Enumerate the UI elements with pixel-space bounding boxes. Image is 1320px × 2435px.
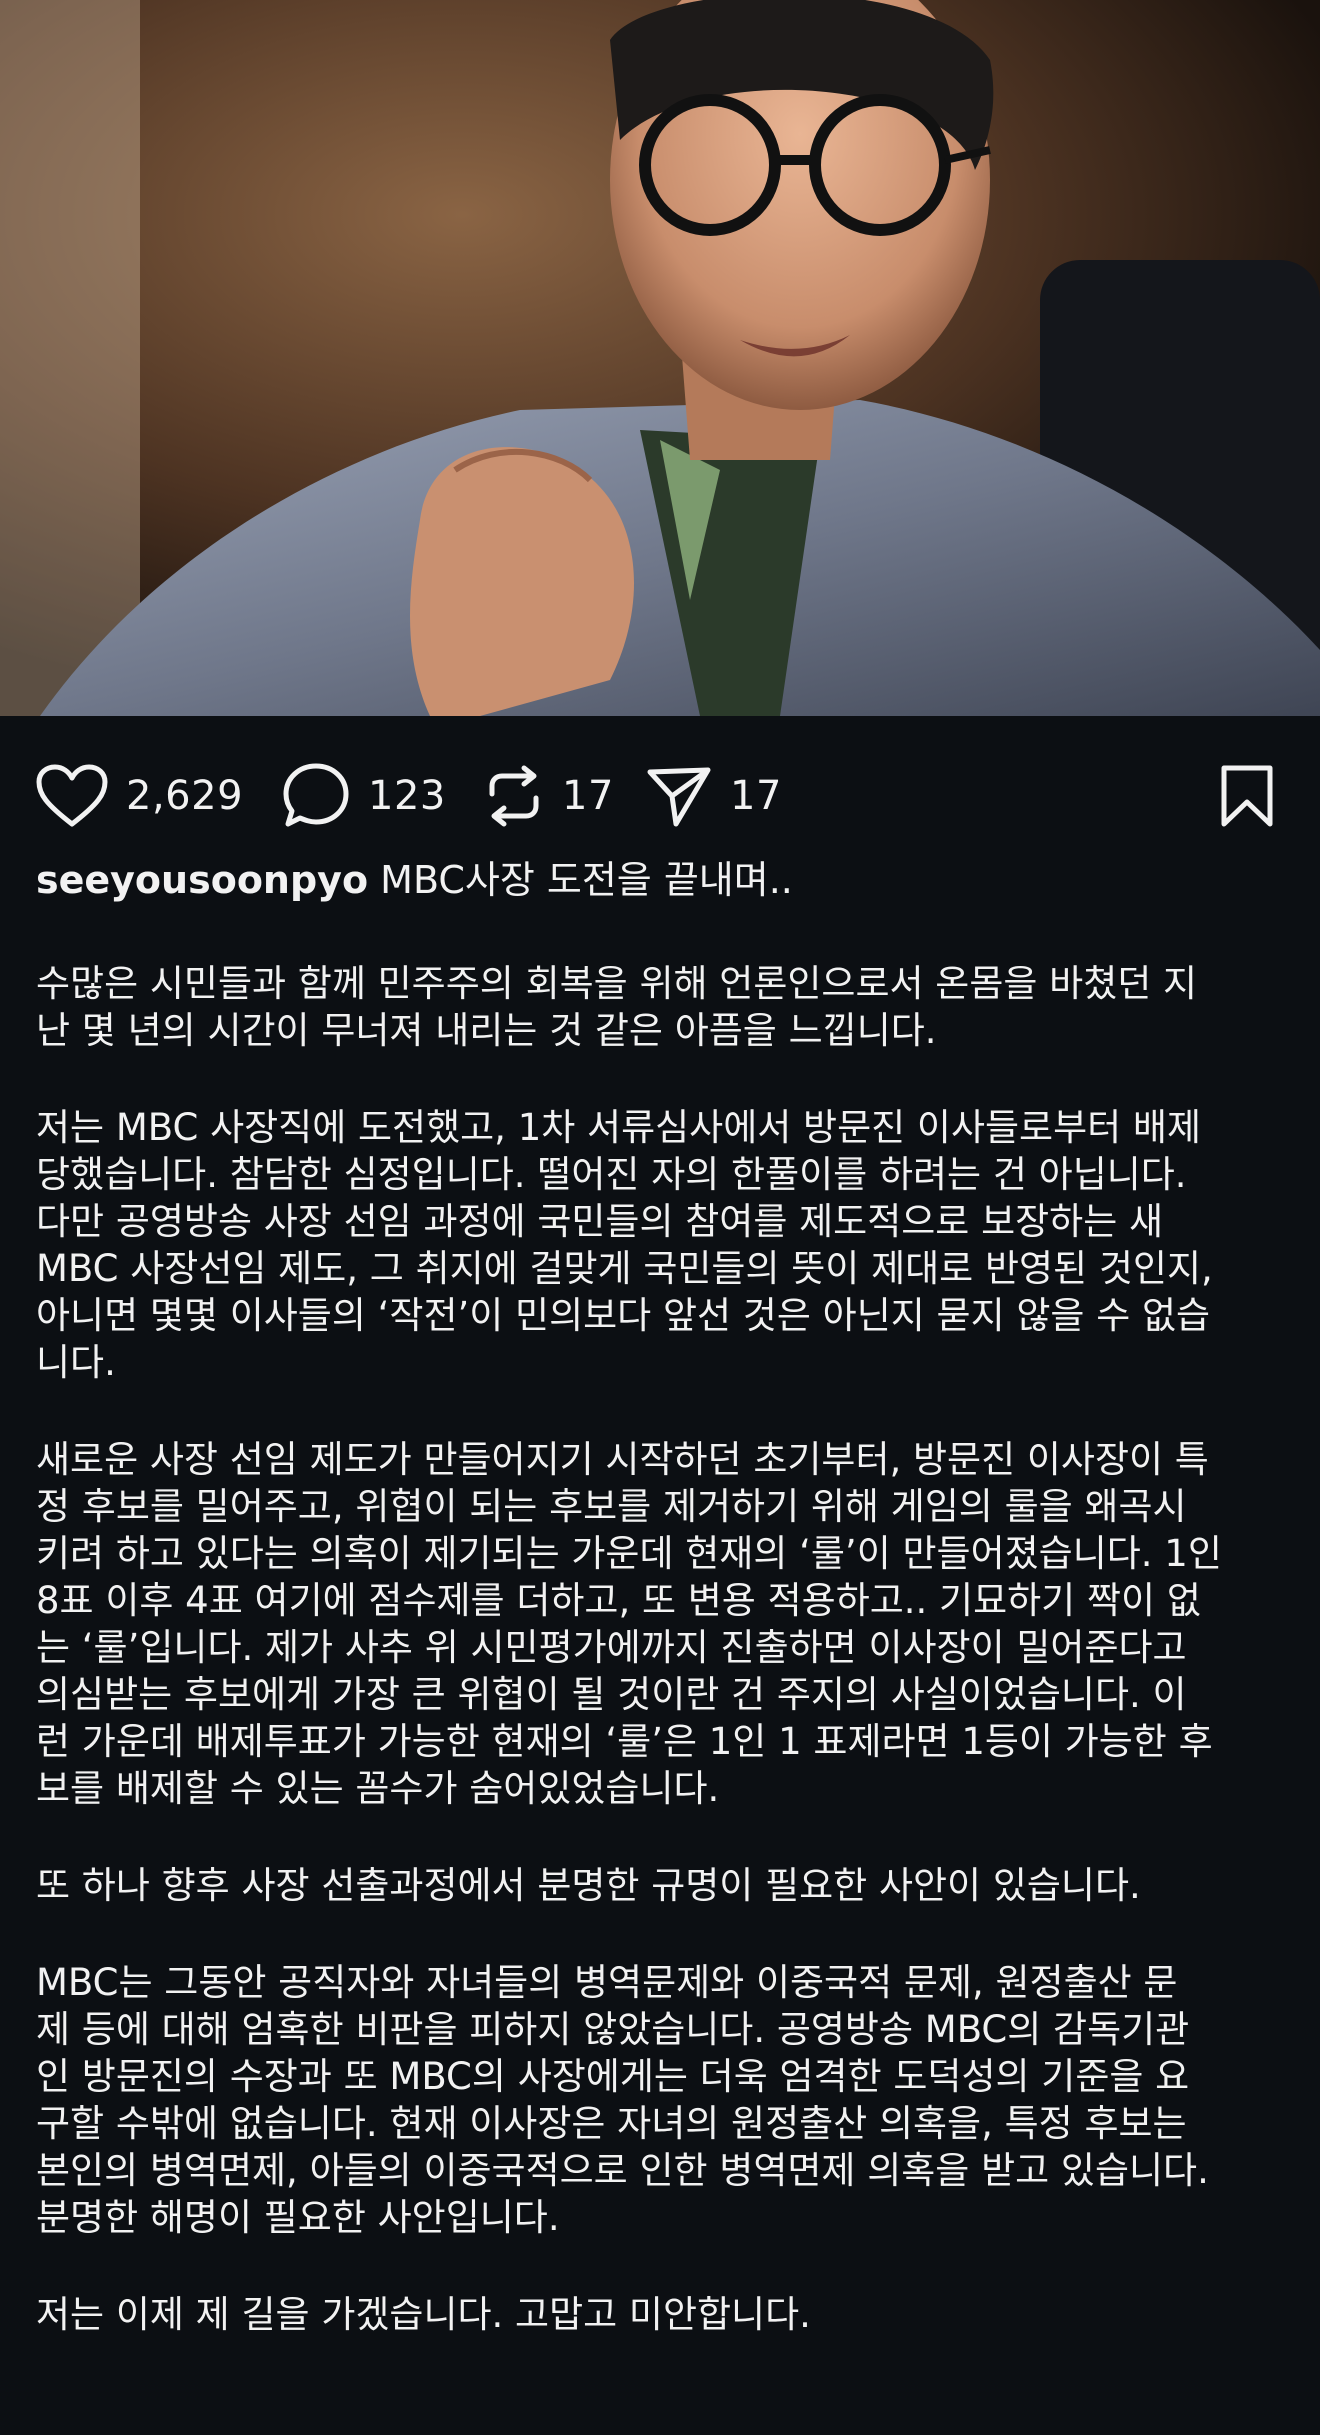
username-link[interactable]: seeyousoonpyo [36, 858, 368, 902]
post-photo[interactable] [0, 0, 1320, 716]
caption-headline: MBC사장 도전을 끝내며.. [380, 858, 793, 902]
post-caption: seeyousoonpyo MBC사장 도전을 끝내며.. 수많은 시민들과 함… [36, 856, 1286, 2388]
share-count: 17 [730, 773, 782, 819]
caption-paragraph: 수많은 시민들과 함께 민주주의 회복을 위해 언론인으로서 온몸을 바쳤던 지… [36, 962, 1198, 1052]
repost-button[interactable]: 17 [484, 756, 614, 836]
post-action-bar: 2,629 123 17 17 [0, 716, 1320, 856]
heart-icon [36, 764, 108, 827]
comment-bubble-icon [283, 763, 349, 827]
like-count: 2,629 [126, 773, 244, 819]
share-button[interactable]: 17 [646, 756, 782, 836]
caption-paragraph: MBC는 그동안 공직자와 자녀들의 병역문제와 이중국적 문제, 원정출산 문… [36, 1961, 1209, 2239]
repost-count: 17 [562, 773, 614, 819]
comment-count: 123 [368, 773, 446, 819]
comment-button[interactable]: 123 [282, 756, 446, 836]
caption-paragraph: 저는 MBC 사장직에 도전했고, 1차 서류심사에서 방문진 이사들로부터 배… [36, 1106, 1213, 1384]
like-button[interactable]: 2,629 [36, 756, 243, 836]
save-button[interactable] [1218, 756, 1276, 836]
caption-paragraph: 또 하나 향후 사장 선출과정에서 분명한 규명이 필요한 사안이 있습니다. [36, 1864, 1141, 1907]
repost-icon [489, 765, 539, 827]
caption-paragraph: 저는 이제 제 길을 가겠습니다. 고맙고 미안합니다. [36, 2293, 811, 2336]
caption-paragraph: 새로운 사장 선임 제도가 만들어지기 시작하던 초기부터, 방문진 이사장이 … [36, 1438, 1222, 1810]
bookmark-icon [1221, 765, 1273, 827]
send-icon [647, 767, 711, 827]
caption-header: seeyousoonpyo MBC사장 도전을 끝내며.. [36, 856, 1286, 904]
portrait-illustration [0, 0, 1320, 716]
